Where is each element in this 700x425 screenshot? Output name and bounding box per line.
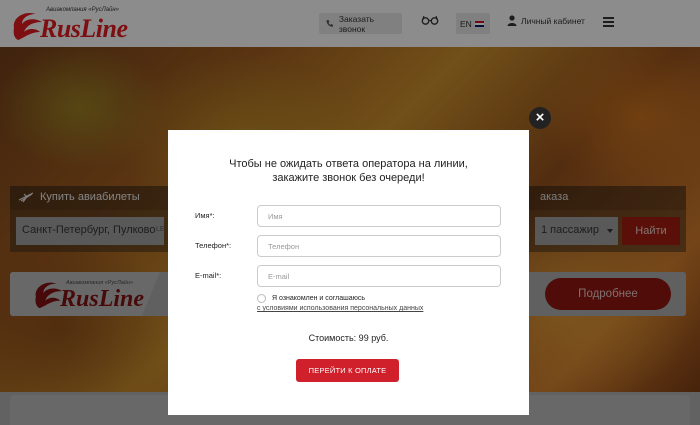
modal-title: Чтобы не ожидать ответа оператора на лин… [168,157,529,185]
name-row: Имя*: [195,205,505,227]
cost-text: Стоимость: 99 руб. [308,333,389,343]
close-modal-button[interactable]: × [529,107,551,129]
consent-radio[interactable] [257,294,266,303]
modal-title-line1: Чтобы не ожидать ответа оператора на лин… [229,158,468,170]
email-row: E-mail*: [195,265,505,287]
email-input[interactable] [257,265,501,287]
consent-terms-link[interactable]: с условиями использования персональных д… [257,305,423,312]
email-label: E-mail*: [195,271,222,280]
phone-label: Телефон*: [195,241,232,250]
phone-input[interactable] [257,235,501,257]
name-input[interactable] [257,205,501,227]
consent-text: Я ознакомлен и соглашаюсь [272,295,366,302]
name-label: Имя*: [195,211,215,220]
proceed-to-payment-button[interactable]: ПЕРЕЙТИ К ОПЛАТЕ [296,359,399,382]
callback-modal: Чтобы не ожидать ответа оператора на лин… [168,130,529,415]
phone-row: Телефон*: [195,235,505,257]
modal-title-line2: закажите звонок без очереди! [272,172,425,184]
